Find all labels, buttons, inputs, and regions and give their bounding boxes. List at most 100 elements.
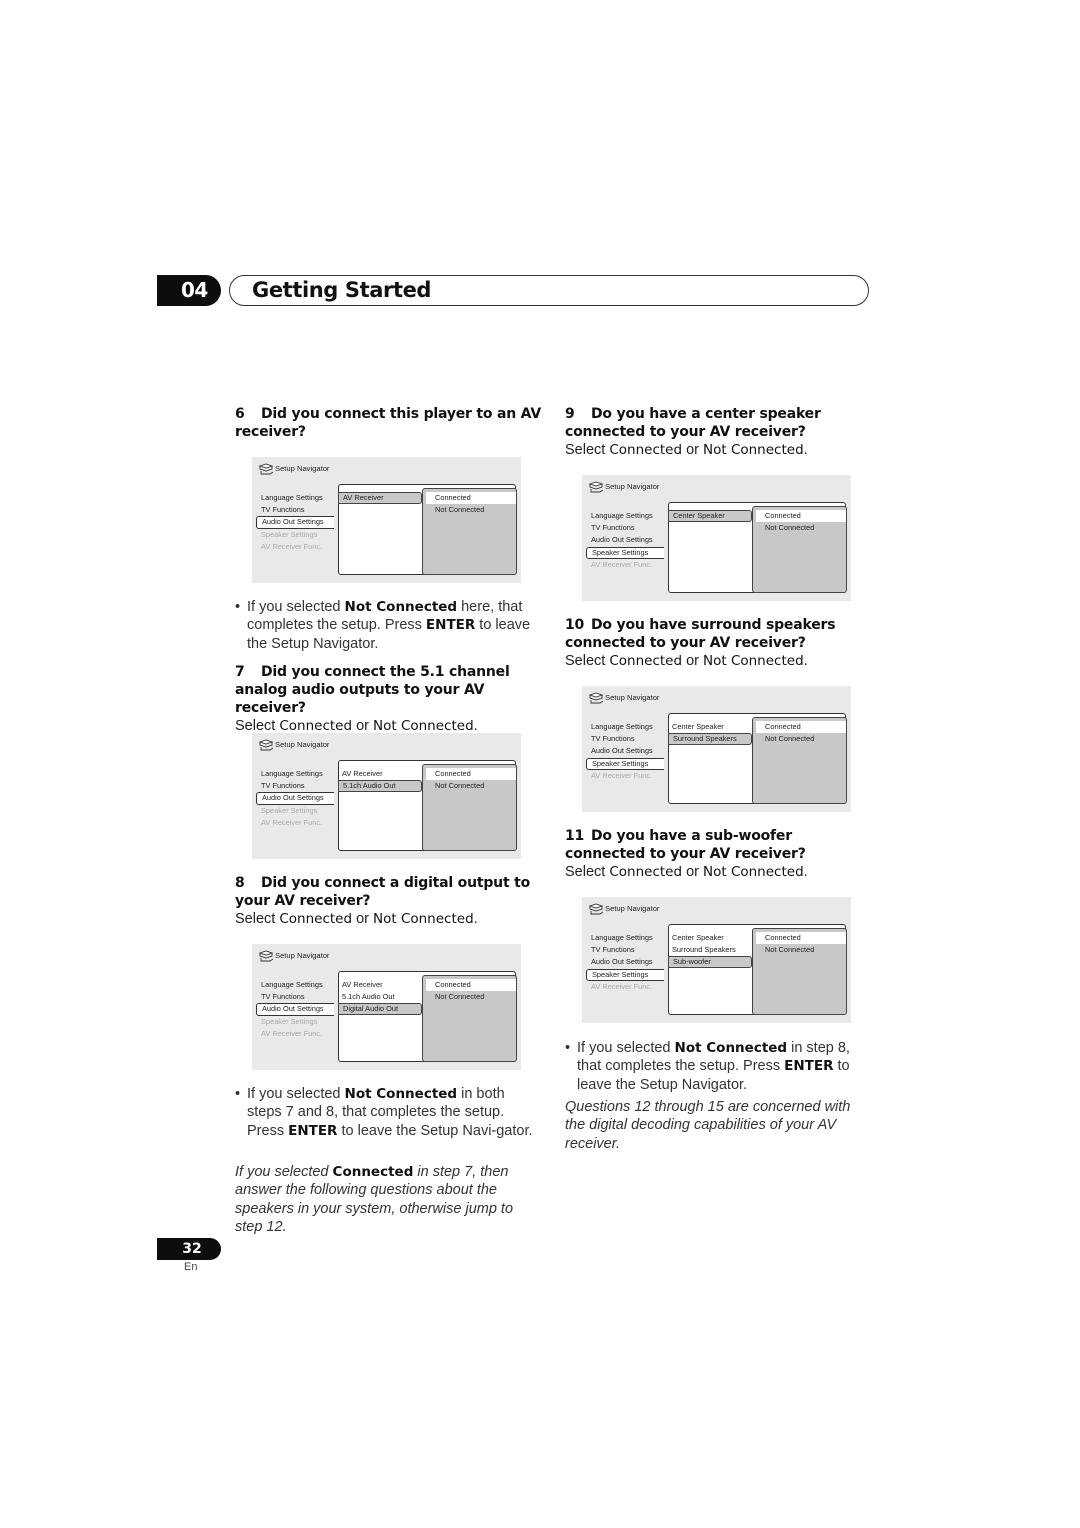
setup-navigator-screen-step-7: Setup Navigator Language Settings TV Funct… <box>252 733 521 859</box>
menu-item[interactable]: TV Functions <box>586 733 668 745</box>
menu-item[interactable]: AV Receiver Func. <box>586 770 668 782</box>
menu-item[interactable]: Audio Out Settings <box>256 1003 334 1016</box>
step-6-note: • If you selected Not Connected here, th… <box>235 598 537 653</box>
option-name: Connected <box>609 653 683 669</box>
menu-item[interactable]: Language Settings <box>256 768 338 780</box>
setup-navigator-icon <box>588 903 604 915</box>
menu-item[interactable]: Language Settings <box>586 721 668 733</box>
screen-title-text: Setup Navigator <box>275 951 330 960</box>
menu-item[interactable]: Audio Out Settings <box>586 745 668 757</box>
step-9: 9 Do you have a center speaker connected … <box>565 405 875 459</box>
step-question: Did you connect this player to an AV rec… <box>235 406 542 440</box>
step-7: 7 Did you connect the 5.1 channel analog … <box>235 663 545 735</box>
menu-item[interactable]: TV Functions <box>586 944 668 956</box>
step-number: 6 <box>235 406 245 422</box>
menu-item[interactable]: AV Receiver Func. <box>586 559 668 571</box>
text: . <box>803 442 808 458</box>
option-connected[interactable]: Connected <box>426 492 516 504</box>
submenu-item[interactable]: AV Receiver <box>338 979 422 991</box>
option-not-connected[interactable]: Not Connected <box>426 504 516 516</box>
chapter-title: Getting Started <box>252 278 432 302</box>
text: . <box>473 911 478 927</box>
menu-item[interactable]: Audio Out Settings <box>256 516 334 529</box>
option-not-connected[interactable]: Not Connected <box>756 733 846 745</box>
menu-item[interactable]: TV Functions <box>586 522 668 534</box>
screen-title: Setup Navigator <box>258 948 329 964</box>
menu-item[interactable]: Language Settings <box>586 932 668 944</box>
option-connected[interactable]: Connected <box>756 721 846 733</box>
menu-item[interactable]: Speaker Settings <box>256 805 338 817</box>
submenu-item[interactable]: AV Receiver <box>338 492 422 504</box>
option-not-connected[interactable]: Not Connected <box>426 991 516 1003</box>
menu-item[interactable]: Speaker Settings <box>256 1016 338 1028</box>
option-name: Connected <box>609 864 683 880</box>
screen-title-text: Setup Navigator <box>605 904 660 913</box>
select-instruction: Select Connected or Not Connected. <box>565 441 875 459</box>
text: or <box>682 864 703 880</box>
option-name: Connected <box>279 911 353 927</box>
setup-navigator-icon <box>258 463 274 475</box>
submenu-item[interactable]: AV Receiver <box>338 768 422 780</box>
option-not-connected[interactable]: Not Connected <box>756 522 846 534</box>
submenu-item[interactable]: Surround Speakers <box>668 733 752 745</box>
menu-item[interactable]: Audio Out Settings <box>256 792 334 805</box>
option-not-connected[interactable]: Not Connected <box>426 780 516 792</box>
select-instruction: Select Connected or Not Connected. <box>235 910 545 928</box>
submenu-item[interactable]: Center Speaker <box>668 721 752 733</box>
text: . <box>803 653 808 669</box>
menu-item[interactable]: AV Receiver Func. <box>256 1028 338 1040</box>
submenu-item[interactable]: Center Speaker <box>668 510 752 522</box>
select-instruction: Select Connected or Not Connected. <box>565 652 875 670</box>
submenu-item[interactable]: Center Speaker <box>668 932 752 944</box>
submenu-item[interactable]: 5.1ch Audio Out <box>338 780 422 792</box>
menu-item[interactable]: Speaker Settings <box>256 529 338 541</box>
menu-item[interactable]: AV Receiver Func. <box>256 541 338 553</box>
text: Select <box>235 911 280 927</box>
text: If you selected <box>247 599 345 615</box>
step-number: 11 <box>565 828 585 844</box>
submenu: Center Speaker Surround Speakers Sub-woofe… <box>668 932 752 968</box>
menu-item[interactable]: Language Settings <box>256 492 338 504</box>
text: . <box>473 718 478 734</box>
bold-text: Connected <box>332 1164 414 1180</box>
bold-text: Not Connected <box>344 599 458 615</box>
option-connected[interactable]: Connected <box>426 768 516 780</box>
setup-navigator-icon <box>588 481 604 493</box>
menu-item[interactable]: AV Receiver Func. <box>586 981 668 993</box>
menu-item[interactable]: Audio Out Settings <box>586 534 668 546</box>
menu-item[interactable]: Language Settings <box>586 510 668 522</box>
menu-item[interactable]: Speaker Settings <box>586 757 664 770</box>
menu-item[interactable]: TV Functions <box>256 504 338 516</box>
language-code: En <box>184 1261 198 1273</box>
option-connected[interactable]: Connected <box>756 932 846 944</box>
option-connected[interactable]: Connected <box>426 979 516 991</box>
setup-navigator-icon <box>258 950 274 962</box>
screen-title-text: Setup Navigator <box>605 693 660 702</box>
menu-item[interactable]: Language Settings <box>256 979 338 991</box>
menu-item[interactable]: Speaker Settings <box>586 968 664 981</box>
main-menu: Language Settings TV Functions Audio Out S… <box>256 492 338 553</box>
menu-item[interactable]: AV Receiver Func. <box>256 817 338 829</box>
menu-item[interactable]: Audio Out Settings <box>586 956 668 968</box>
submenu-item[interactable]: Sub-woofer <box>668 956 752 968</box>
submenu-item[interactable]: Surround Speakers <box>668 944 752 956</box>
option-name: Not Connected <box>373 718 474 734</box>
screen-title-text: Setup Navigator <box>275 740 330 749</box>
menu-item[interactable]: Speaker Settings <box>586 546 664 559</box>
submenu-item[interactable]: Digital Audio Out <box>338 1003 422 1015</box>
option-name: Not Connected <box>373 911 474 927</box>
option-connected[interactable]: Connected <box>756 510 846 522</box>
menu-item[interactable]: TV Functions <box>256 991 338 1003</box>
setup-navigator-screen-step-9: Setup Navigator Language Settings TV Funct… <box>582 475 851 601</box>
setup-navigator-screen-step-8: Setup Navigator Language Settings TV Funct… <box>252 944 521 1070</box>
option-name: Not Connected <box>703 864 804 880</box>
screen-title: Setup Navigator <box>258 737 329 753</box>
step-6-heading: 6 Did you connect this player to an AV re… <box>235 405 545 441</box>
menu-item[interactable]: TV Functions <box>256 780 338 792</box>
submenu-item[interactable]: 5.1ch Audio Out <box>338 991 422 1003</box>
option-not-connected[interactable]: Not Connected <box>756 944 846 956</box>
text: Select <box>235 718 280 734</box>
text: Select <box>565 653 610 669</box>
step-number: 7 <box>235 664 245 680</box>
setup-navigator-screen-step-10: Setup Navigator Language Settings TV Funct… <box>582 686 851 812</box>
